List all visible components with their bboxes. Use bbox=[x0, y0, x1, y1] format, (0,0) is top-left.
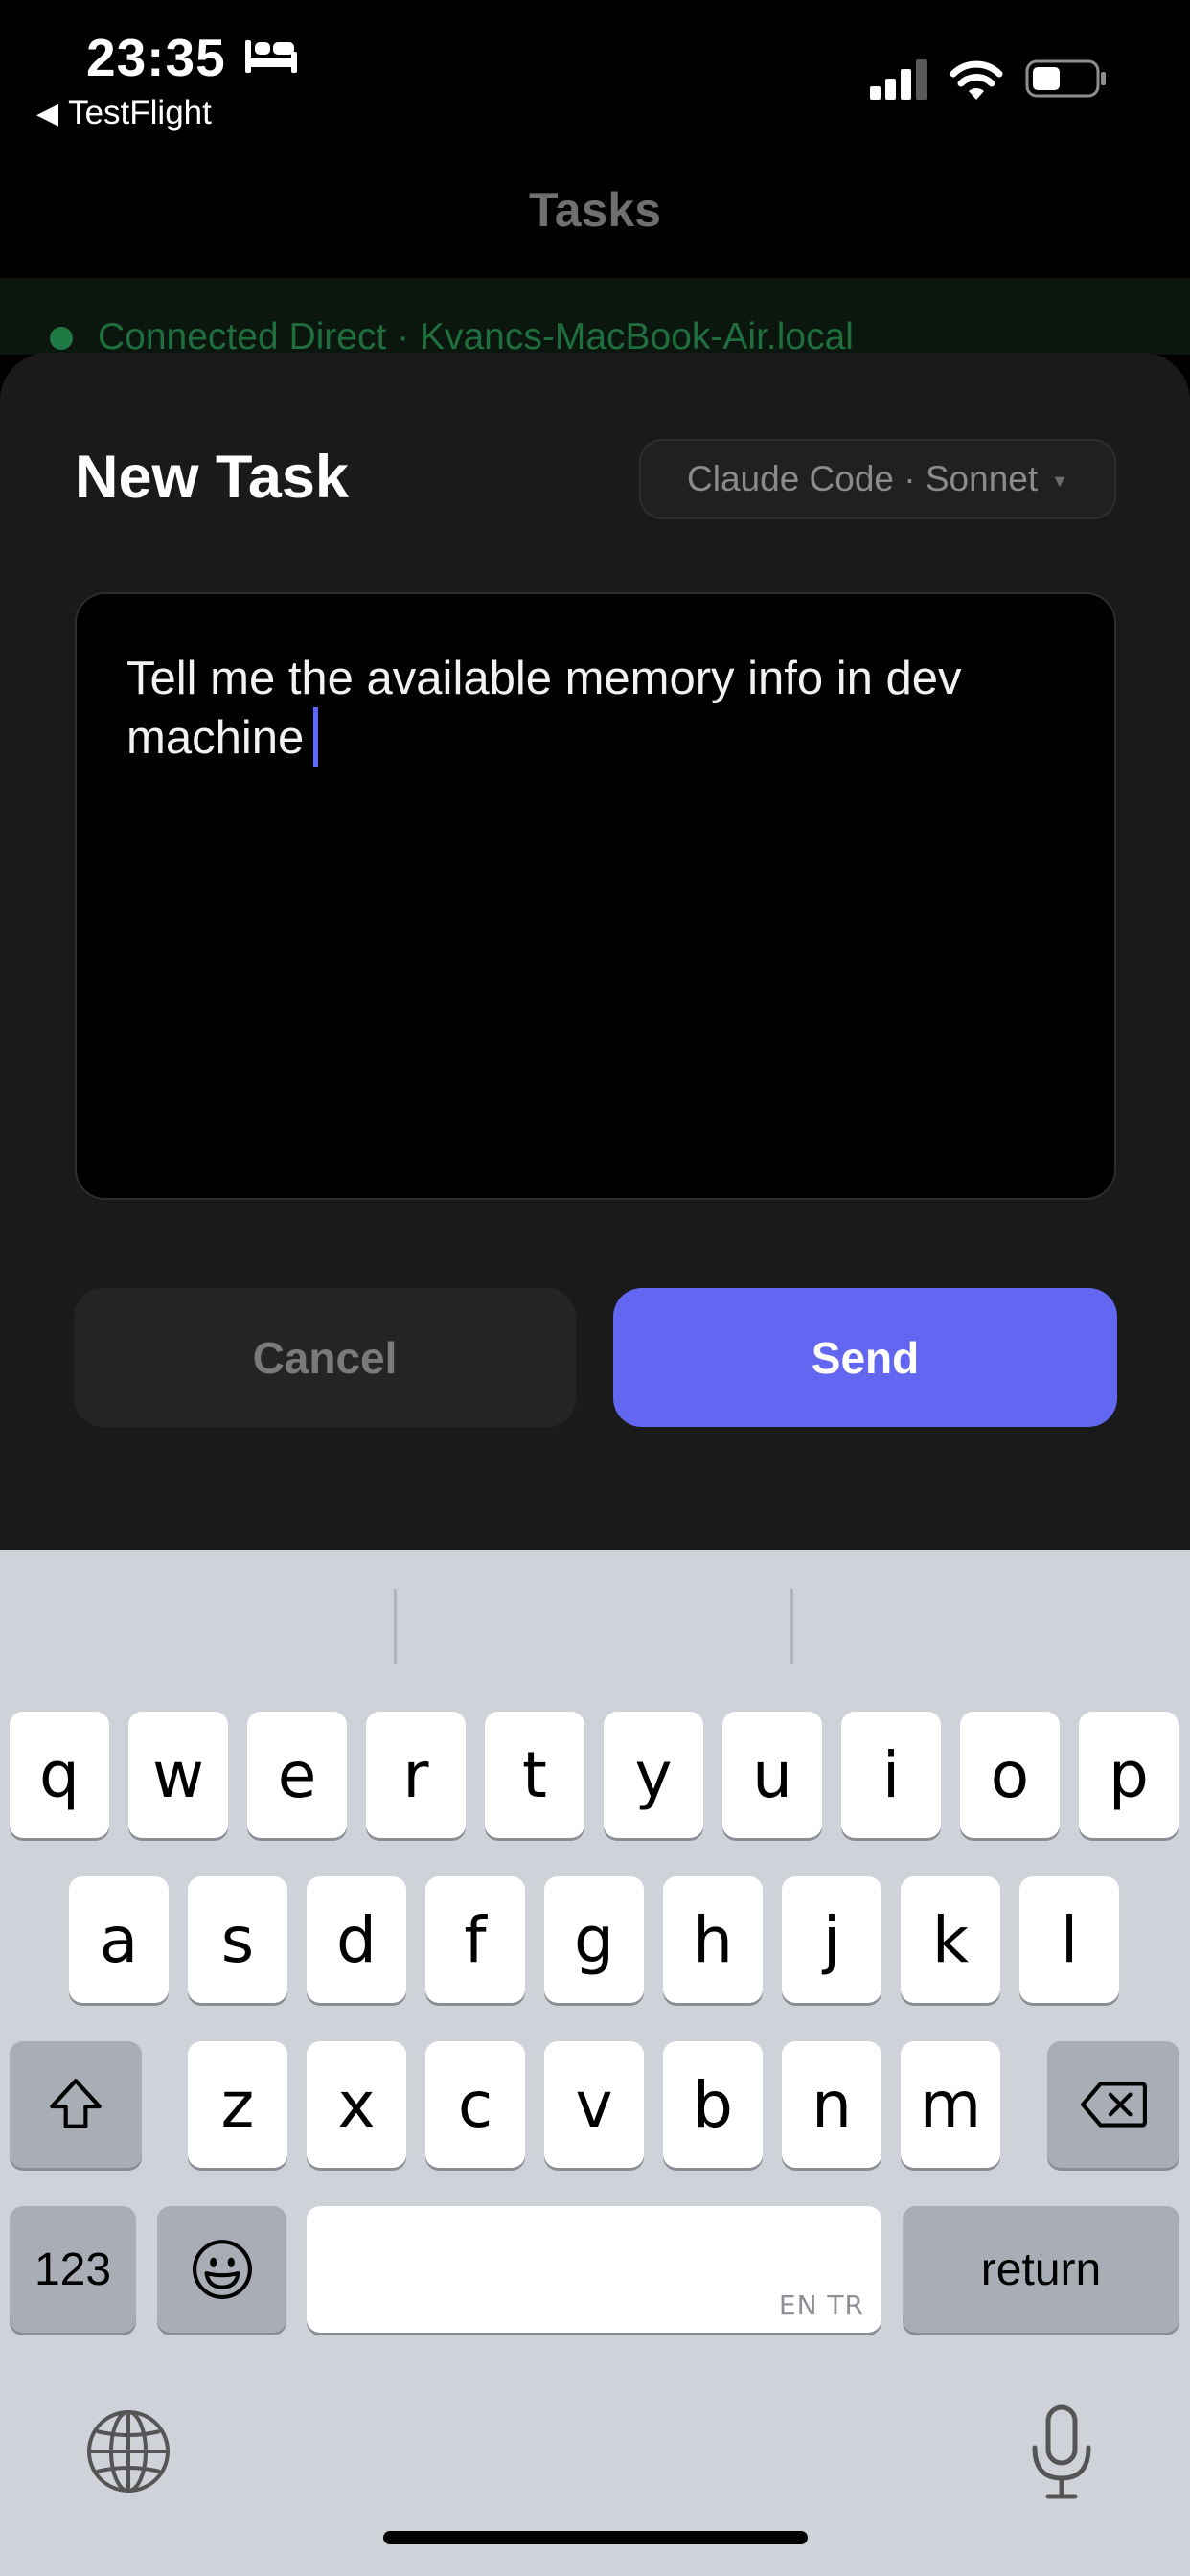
prediction-divider bbox=[394, 1589, 397, 1664]
model-selector[interactable]: Claude Code · Sonnet ▼ bbox=[639, 439, 1116, 519]
microphone-icon[interactable] bbox=[1025, 2404, 1098, 2501]
key-t[interactable]: t bbox=[485, 1712, 584, 1838]
emoji-icon bbox=[192, 2240, 252, 2299]
key-o[interactable]: o bbox=[960, 1712, 1060, 1838]
shift-key[interactable] bbox=[10, 2041, 142, 2168]
model-selector-label: Claude Code · Sonnet bbox=[687, 459, 1039, 498]
key-h[interactable]: h bbox=[663, 1876, 763, 2003]
key-j[interactable]: j bbox=[782, 1876, 881, 2003]
key-y[interactable]: y bbox=[604, 1712, 703, 1838]
key-r[interactable]: r bbox=[366, 1712, 466, 1838]
key-l[interactable]: l bbox=[1019, 1876, 1119, 2003]
key-g[interactable]: g bbox=[544, 1876, 644, 2003]
delete-icon bbox=[1081, 2082, 1147, 2128]
emoji-key[interactable] bbox=[157, 2206, 286, 2333]
return-key[interactable]: return bbox=[903, 2206, 1179, 2333]
key-z[interactable]: z bbox=[188, 2041, 287, 2168]
key-w[interactable]: w bbox=[128, 1712, 228, 1838]
key-i[interactable]: i bbox=[841, 1712, 941, 1838]
numbers-key[interactable]: 123 bbox=[10, 2206, 136, 2333]
task-input[interactable]: Tell me the available memory info in dev… bbox=[75, 592, 1116, 1200]
battery-icon bbox=[1025, 59, 1106, 98]
key-x[interactable]: x bbox=[307, 2041, 406, 2168]
key-u[interactable]: u bbox=[722, 1712, 822, 1838]
cancel-button[interactable]: Cancel bbox=[74, 1288, 576, 1427]
key-c[interactable]: c bbox=[425, 2041, 525, 2168]
connection-status-dot bbox=[50, 327, 73, 350]
key-n[interactable]: n bbox=[782, 2041, 881, 2168]
chevron-down-icon: ▼ bbox=[1051, 471, 1068, 491]
task-input-text: Tell me the available memory info in dev… bbox=[126, 653, 962, 764]
key-k[interactable]: k bbox=[901, 1876, 1000, 2003]
key-s[interactable]: s bbox=[188, 1876, 287, 2003]
key-p[interactable]: p bbox=[1079, 1712, 1179, 1838]
key-b[interactable]: b bbox=[663, 2041, 763, 2168]
home-indicator bbox=[383, 2531, 808, 2544]
globe-icon[interactable] bbox=[84, 2407, 172, 2496]
cellular-signal-icon bbox=[870, 59, 927, 100]
shift-icon bbox=[50, 2079, 102, 2128]
back-to-app-link[interactable]: ◀ TestFlight bbox=[36, 94, 212, 132]
nav-title: Tasks bbox=[528, 183, 662, 237]
status-time: 23:35 bbox=[86, 28, 226, 87]
key-a[interactable]: a bbox=[69, 1876, 169, 2003]
send-button[interactable]: Send bbox=[613, 1288, 1117, 1427]
key-m[interactable]: m bbox=[901, 2041, 1000, 2168]
wifi-icon bbox=[950, 60, 1003, 100]
key-f[interactable]: f bbox=[425, 1876, 525, 2003]
space-key[interactable]: EN TR bbox=[307, 2206, 881, 2333]
key-v[interactable]: v bbox=[544, 2041, 644, 2168]
sleep-focus-icon bbox=[245, 40, 297, 73]
space-language-indicator: EN TR bbox=[778, 2289, 864, 2321]
prediction-divider bbox=[790, 1589, 793, 1664]
key-d[interactable]: d bbox=[307, 1876, 406, 2003]
key-e[interactable]: e bbox=[247, 1712, 347, 1838]
delete-key[interactable] bbox=[1047, 2041, 1179, 2168]
text-cursor bbox=[313, 707, 319, 767]
key-q[interactable]: q bbox=[10, 1712, 109, 1838]
back-app-label: TestFlight bbox=[68, 94, 212, 131]
sheet-title: New Task bbox=[75, 444, 349, 511]
back-arrow-icon: ◀ bbox=[36, 97, 59, 129]
